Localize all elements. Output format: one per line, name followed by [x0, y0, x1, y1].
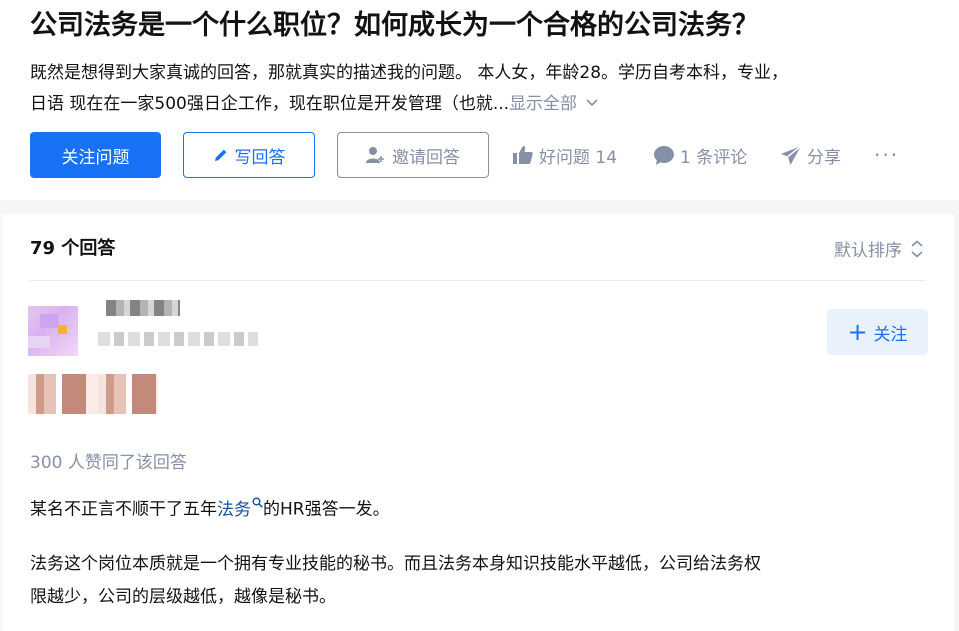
show-all-label: 显示全部: [509, 94, 578, 114]
author-name-blurred: [106, 300, 180, 316]
comment-label: 1 条评论: [680, 147, 748, 168]
thumbs-up-icon: [513, 146, 533, 164]
invite-answer-button[interactable]: 邀请回答: [337, 132, 489, 178]
follow-author-label: 关注: [873, 324, 908, 345]
follow-question-label: 关注问题: [61, 147, 130, 168]
more-button[interactable]: ···: [874, 142, 899, 168]
comment-button[interactable]: 1 条评论: [654, 142, 747, 168]
search-icon: [252, 487, 263, 520]
keyword-link[interactable]: 法务: [217, 497, 263, 520]
question-detail: 既然是想得到大家真诚的回答，那就真实的描述我的问题。 本人女，年龄28。学历自考…: [30, 58, 940, 121]
follow-author-button[interactable]: + 关注: [827, 309, 928, 355]
answer-list: 79 个回答 默认排序 + 关注 300 人赞同了该回答 某名不正言不顺干了五年…: [2, 214, 954, 631]
chevron-down-icon: [585, 90, 599, 121]
sort-icon: [910, 239, 924, 258]
keyword-link-label: 法务: [217, 499, 251, 520]
question-header: 公司法务是一个什么职位？如何成长为一个合格的公司法务？ 既然是想得到大家真诚的回…: [0, 0, 959, 200]
invite-answer-label: 邀请回答: [392, 147, 460, 168]
show-all-button[interactable]: 显示全部: [509, 94, 599, 114]
plus-icon: +: [847, 318, 868, 346]
answer-count: 79 个回答: [30, 238, 116, 259]
answer-text-line: 限越少，公司的层级越低，越像是秘书。: [30, 587, 336, 607]
write-answer-label: 写回答: [234, 147, 286, 168]
sort-label: 默认排序: [834, 241, 902, 261]
paper-plane-icon: [781, 145, 801, 165]
answer-paragraph: 某名不正言不顺干了五年法务 的HR强答一发。: [30, 487, 930, 527]
question-detail-text: 日语 现在在一家500强日企工作，现在职位是开发管理（也就...: [30, 94, 510, 114]
share-label: 分享: [807, 147, 841, 168]
divider: [30, 280, 926, 281]
author-bio-blurred: [98, 332, 258, 346]
question-detail-line2: 日语 现在在一家500强日企工作，现在职位是开发管理（也就...显示全部: [30, 89, 940, 121]
share-button[interactable]: 分享: [781, 142, 841, 168]
good-question-button[interactable]: 好问题 14: [513, 142, 617, 168]
write-answer-button[interactable]: 写回答: [183, 132, 315, 178]
pencil-icon: [213, 147, 229, 163]
avatar[interactable]: [28, 306, 78, 356]
good-question-label: 好问题 14: [539, 147, 618, 168]
answer-text: 某名不正言不顺干了五年: [30, 499, 217, 520]
answer-text: 的HR强答一发。: [263, 499, 390, 520]
vote-count: 300 人赞同了该回答: [30, 453, 187, 473]
author-badge-blurred: [28, 374, 158, 414]
answer-text-line: 法务这个岗位本质就是一个拥有专业技能的秘书。而且法务本身知识技能水平越低，公司给…: [30, 554, 761, 574]
comment-bubble-icon: [654, 145, 674, 165]
invite-user-icon: [366, 146, 386, 164]
question-detail-line1: 既然是想得到大家真诚的回答，那就真实的描述我的问题。 本人女，年龄28。学历自考…: [30, 63, 789, 83]
question-title: 公司法务是一个什么职位？如何成长为一个合格的公司法务？: [30, 10, 759, 41]
answer-paragraph: 法务这个岗位本质就是一个拥有专业技能的秘书。而且法务本身知识技能水平越低，公司给…: [30, 548, 930, 614]
more-icon: ···: [874, 143, 900, 167]
sort-button[interactable]: 默认排序: [834, 236, 924, 261]
follow-question-button[interactable]: 关注问题: [30, 132, 161, 178]
